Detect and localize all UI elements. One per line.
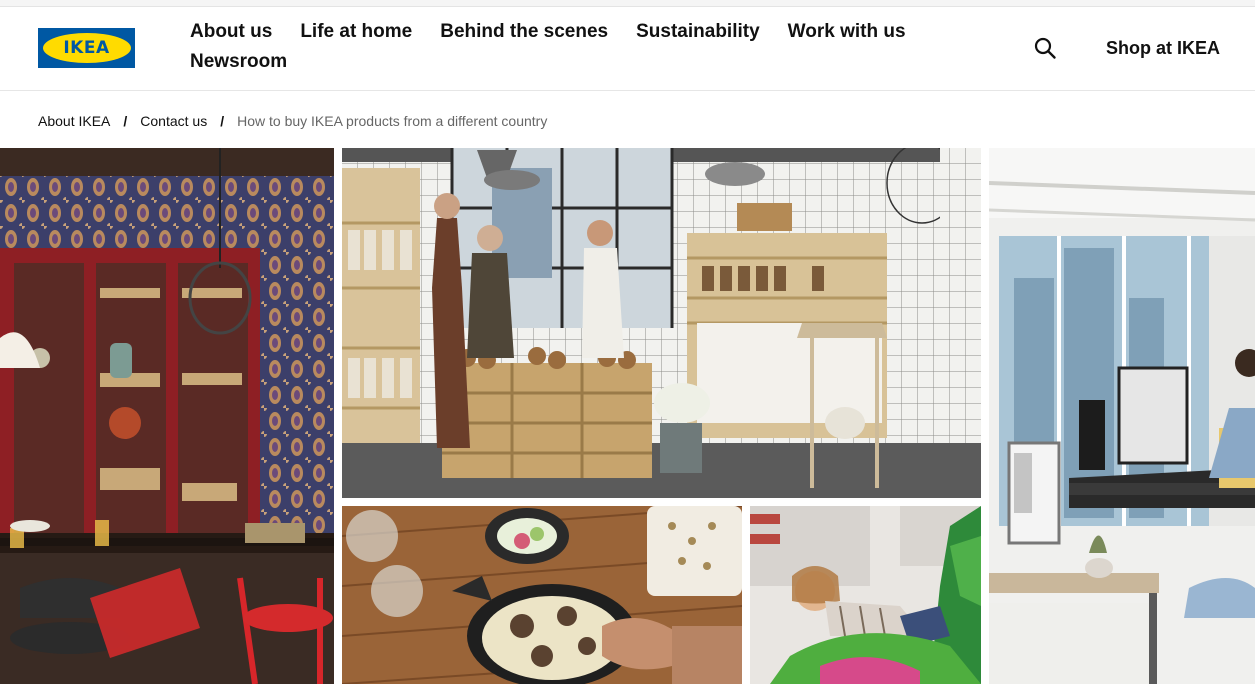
search-icon [1034,37,1056,59]
nav-item-newsroom[interactable]: Newsroom [190,51,287,73]
breadcrumb-about-ikea[interactable]: About IKEA [38,113,110,129]
site-header: IKEA About us Life at home Behind the sc… [0,7,1255,91]
breadcrumb-separator: / [123,113,128,129]
logo-oval: IKEA [42,33,131,63]
breadcrumb-separator: / [220,113,225,129]
main-nav: About us Life at home Behind the scenes … [190,21,950,73]
child-illustration [750,506,981,684]
breadcrumb: About IKEA / Contact us / How to buy IKE… [38,111,547,131]
food-illustration [342,506,742,684]
grocery-store-illustration [342,148,981,498]
gallery-image-office[interactable] [989,148,1255,684]
gallery-image-child-playing[interactable] [750,506,981,684]
gallery-image-dining-room[interactable] [0,148,334,684]
shop-at-ikea-link[interactable]: Shop at IKEA [1106,38,1220,59]
ikea-logo[interactable]: IKEA [38,28,135,68]
search-button[interactable] [1033,36,1057,60]
breadcrumb-contact-us[interactable]: Contact us [140,113,207,129]
nav-item-behind-the-scenes[interactable]: Behind the scenes [440,21,608,43]
office-illustration [989,148,1255,684]
top-rule [0,0,1255,7]
gallery-image-grocery-store[interactable] [342,148,981,498]
dining-room-illustration [0,148,334,684]
nav-item-life-at-home[interactable]: Life at home [300,21,412,43]
nav-item-work-with-us[interactable]: Work with us [788,21,906,43]
gallery-image-mushroom-dish[interactable] [342,506,742,684]
nav-item-about-us[interactable]: About us [190,21,272,43]
nav-item-sustainability[interactable]: Sustainability [636,21,760,43]
logo-text: IKEA [63,38,110,58]
image-gallery [0,148,1255,684]
breadcrumb-current-page: How to buy IKEA products from a differen… [237,113,548,129]
